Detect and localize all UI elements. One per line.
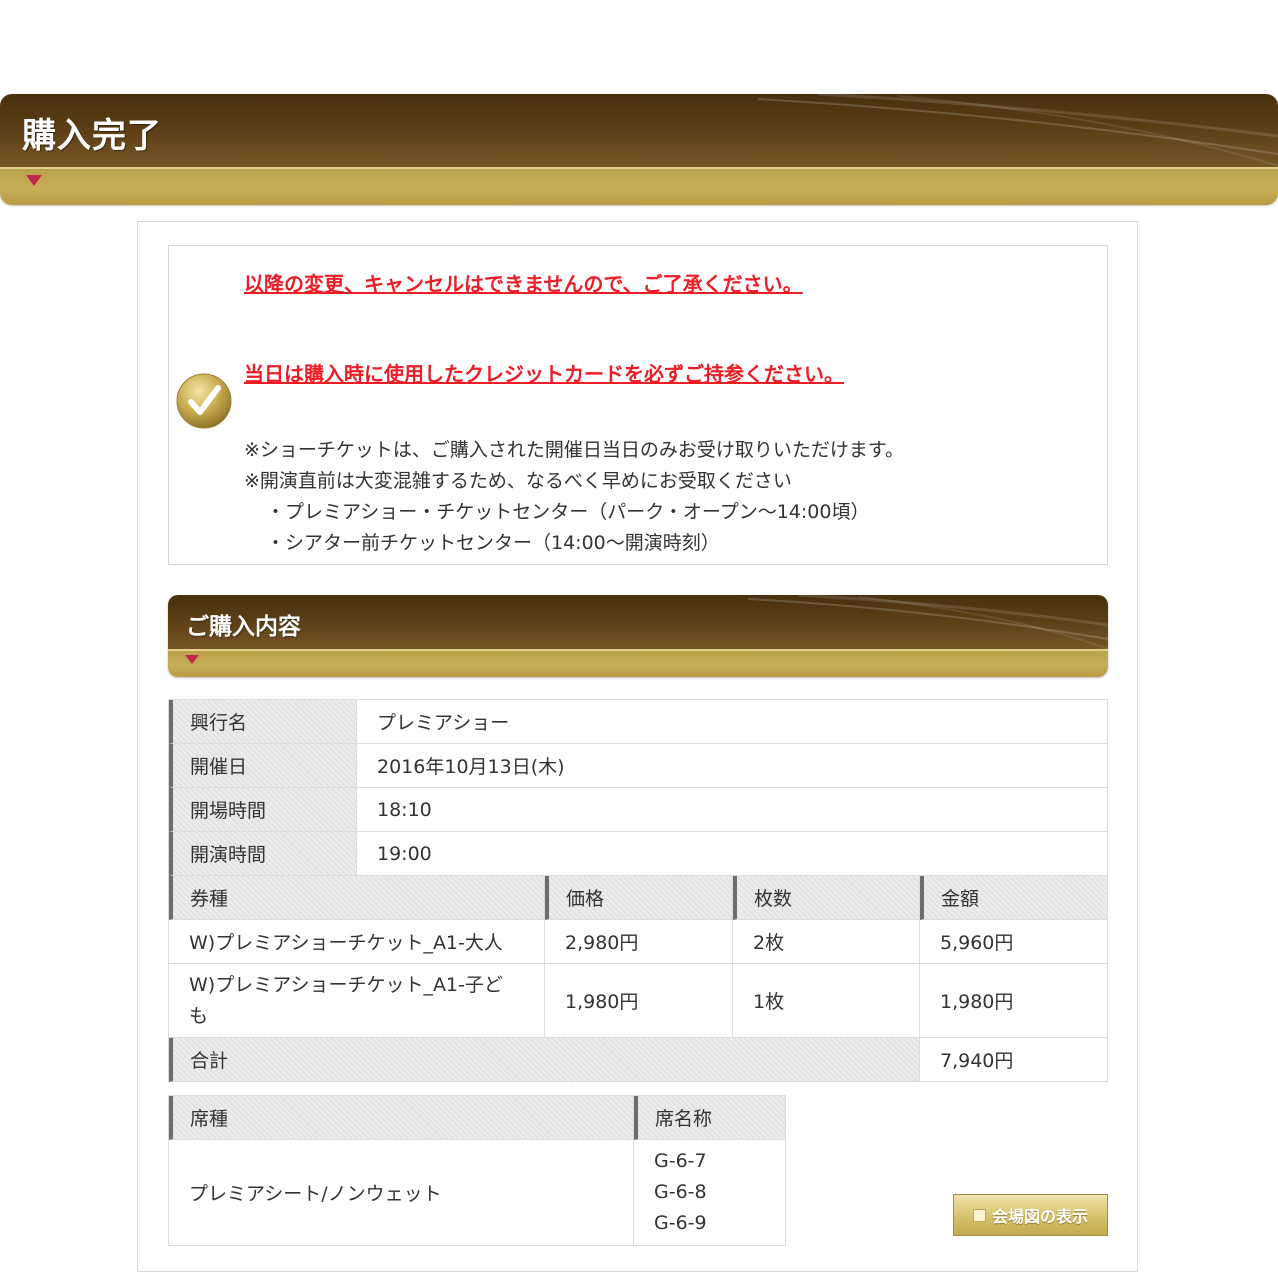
info-value-start-time: 19:00 — [357, 832, 1108, 876]
info-value-open-time: 18:10 — [357, 788, 1108, 832]
section-header-purchase: ご購入内容 — [168, 595, 1108, 677]
warning-bring-card: 当日は購入時に使用したクレジットカードを必ずご持参ください。 — [244, 362, 844, 386]
ticket-row-1-amount: 5,960円 — [920, 920, 1108, 964]
ticket-row-2-type-line2: も — [189, 1004, 209, 1027]
square-icon — [972, 1208, 986, 1222]
seat-type-value: プレミアシート/ノンウェット — [169, 1140, 634, 1246]
seat-name-1: G-6-7 — [654, 1150, 707, 1172]
section-header-bar: ご購入内容 — [168, 595, 1108, 649]
ticket-row-2-price: 1,980円 — [545, 964, 733, 1038]
ticket-row-1-count: 2枚 — [733, 920, 920, 964]
venue-map-button[interactable]: 会場図の表示 — [953, 1194, 1108, 1236]
note-center-1: ・プレミアショー・チケットセンター（パーク・オープン〜14:00頃） — [266, 501, 870, 523]
seat-name-2: G-6-8 — [654, 1181, 707, 1203]
ticket-row-2-count: 1枚 — [733, 964, 920, 1038]
venue-map-button-label: 会場図の表示 — [991, 1207, 1088, 1226]
ticket-header-count: 枚数 — [733, 876, 920, 920]
info-label-start-time: 開演時間 — [169, 832, 357, 876]
section-header-band — [168, 651, 1108, 677]
ticket-header-type: 券種 — [169, 876, 545, 920]
ticket-row-1-type: W)プレミアショーチケット_A1-大人 — [169, 920, 545, 964]
note-center-2: ・シアター前チケットセンター（14:00〜開演時刻） — [266, 532, 720, 554]
seat-name-3: G-6-9 — [654, 1212, 707, 1234]
total-label: 合計 — [169, 1038, 920, 1082]
info-value-date: 2016年10月13日(木) — [357, 744, 1108, 788]
warning-no-changes: 以降の変更、キャンセルはできませんので、ご了承ください。 — [244, 272, 803, 296]
seat-names-cell: G-6-7 G-6-8 G-6-9 — [634, 1140, 786, 1246]
note-pickup: ※ショーチケットは、ご購入された開催日当日のみお受け取りいただけます。 — [244, 439, 905, 461]
seat-header-type: 席種 — [169, 1096, 634, 1140]
triangle-down-icon — [185, 655, 199, 664]
ticket-header-amount: 金額 — [920, 876, 1108, 920]
seat-header-name: 席名称 — [634, 1096, 786, 1140]
info-label-open-time: 開場時間 — [169, 788, 357, 832]
info-label-event: 興行名 — [169, 700, 357, 744]
info-value-event: プレミアショー — [357, 700, 1108, 744]
check-icon — [176, 373, 232, 429]
note-crowded: ※開演直前は大変混雑するため、なるべく早めにお受取ください — [244, 470, 792, 492]
ticket-row-2-type: W)プレミアショーチケット_A1-子ど も — [169, 964, 545, 1038]
ticket-row-2-type-line1: W)プレミアショーチケット_A1-子ど — [189, 973, 503, 996]
info-label-date: 開催日 — [169, 744, 357, 788]
triangle-down-icon — [26, 175, 42, 186]
page-header: 購入完了 — [0, 94, 1278, 205]
ticket-row-2-amount: 1,980円 — [920, 964, 1108, 1038]
ticket-header-price: 価格 — [545, 876, 733, 920]
total-value: 7,940円 — [920, 1038, 1108, 1082]
page-title: 購入完了 — [22, 116, 162, 156]
page-header-band — [0, 169, 1278, 205]
header-swoosh-decoration — [748, 595, 1108, 649]
ticket-row-1-price: 2,980円 — [545, 920, 733, 964]
section-title: ご購入内容 — [186, 614, 301, 640]
header-swoosh-decoration — [758, 94, 1278, 167]
page-header-bar: 購入完了 — [0, 94, 1278, 167]
